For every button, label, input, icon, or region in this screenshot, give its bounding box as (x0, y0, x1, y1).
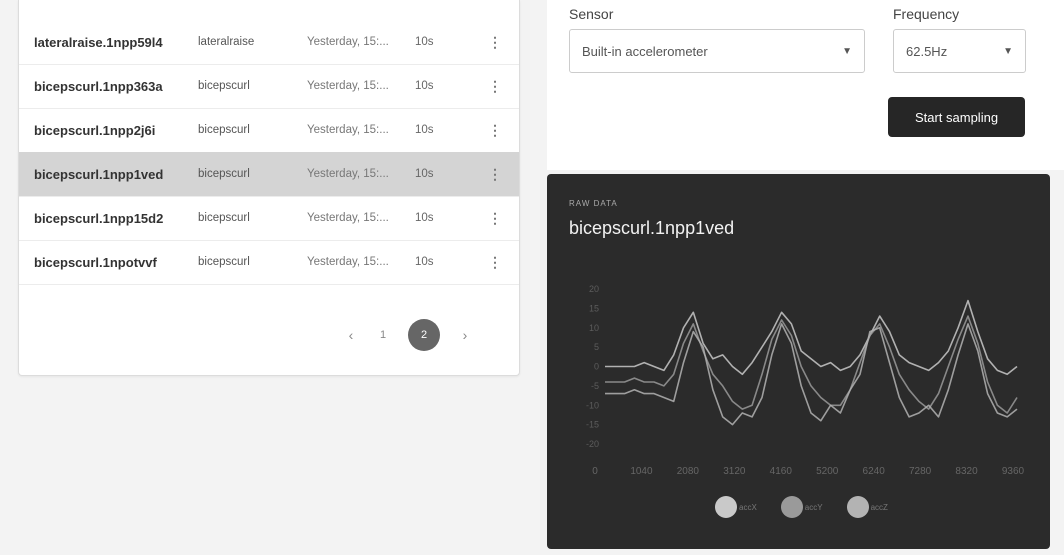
x-tick-label: 2080 (677, 466, 700, 477)
legend-dot (846, 496, 869, 518)
table-row[interactable]: bicepscurl.1npp15d2 bicepscurl Yesterday, … (19, 196, 519, 241)
table-row[interactable]: bicepscurl.1npotvvf bicepscurl Yesterday, … (19, 240, 519, 285)
chart-legend: accX accY accZ (715, 496, 888, 518)
table-row-selected[interactable]: bicepscurl.1npp1ved bicepscurl Yesterday, … (19, 152, 519, 197)
record-data-form: Sensor Built-in accelerometer ▼ Frequenc… (547, 0, 1064, 170)
sample-length: 10s (415, 124, 434, 136)
sample-label: bicepscurl (198, 212, 250, 224)
series-line-accZ (605, 323, 1018, 426)
sample-name: bicepscurl.1npp363a (34, 78, 163, 94)
pagination: ‹ 1 2 › (344, 319, 472, 351)
x-tick-label: 7280 (909, 466, 932, 477)
table-row[interactable]: bicepscurl.1npp2j6i bicepscurl Yesterday, … (19, 108, 519, 153)
sample-label: lateralraise (198, 36, 255, 48)
y-tick-label: 0 (594, 362, 599, 372)
y-tick-label: -10 (586, 400, 599, 410)
sample-length: 10s (415, 80, 434, 92)
x-tick-label: 5200 (816, 466, 839, 477)
x-tick-label: 0 (592, 466, 598, 477)
sample-length: 10s (415, 168, 434, 180)
sample-label: bicepscurl (198, 168, 250, 180)
pagination-page-1[interactable]: 1 (376, 329, 390, 341)
sample-name: bicepscurl.1npotvvf (34, 254, 157, 270)
sample-label: bicepscurl (198, 124, 250, 136)
pagination-next-button[interactable]: › (458, 327, 472, 343)
frequency-select[interactable]: 62.5Hz ▼ (893, 29, 1026, 73)
y-tick-label: 15 (589, 303, 599, 313)
sample-date: Yesterday, 15:... (307, 212, 389, 224)
sample-date: Yesterday, 15:... (307, 168, 389, 180)
legend-label: accX (739, 502, 757, 512)
pagination-prev-button[interactable]: ‹ (344, 327, 358, 343)
sensor-select-value: Built-in accelerometer (582, 43, 708, 59)
x-tick-label: 1040 (630, 466, 653, 477)
y-tick-label: 5 (594, 342, 599, 352)
raw-data-card: RAW DATA bicepscurl.1npp1ved 20 15 10 5 0 -5-… (547, 174, 1050, 549)
frequency-label: Frequency (893, 6, 960, 22)
x-tick-label: 9360 (1002, 466, 1025, 477)
y-tick-label: 10 (589, 323, 599, 333)
y-tick-label: 20 (589, 284, 599, 294)
legend-label: accZ (870, 502, 888, 512)
legend-label: accY (804, 502, 823, 512)
sample-date: Yesterday, 15:... (307, 256, 389, 268)
pagination-page-2-current[interactable]: 2 (408, 319, 440, 351)
table-row[interactable]: lateralraise.1npp59l4 lateralraise Yesterd… (19, 20, 519, 65)
x-tick-label: 6240 (863, 466, 886, 477)
x-tick-label: 4160 (770, 466, 793, 477)
frequency-select-value: 62.5Hz (906, 43, 948, 59)
sample-length: 10s (415, 256, 434, 268)
start-sampling-button[interactable]: Start sampling (888, 97, 1025, 137)
samples-table: lateralraise.1npp59l4 lateralraise Yesterd… (18, 0, 520, 376)
vertical-ellipsis-icon[interactable]: ⋮ (475, 34, 515, 51)
sample-length: 10s (415, 36, 434, 48)
sample-date: Yesterday, 15:... (307, 80, 389, 92)
sensor-select[interactable]: Built-in accelerometer ▼ (569, 29, 865, 73)
x-tick-label: 8320 (955, 466, 978, 477)
sample-label: bicepscurl (198, 256, 250, 268)
vertical-ellipsis-icon[interactable]: ⋮ (475, 78, 515, 95)
legend-item-accX[interactable]: accX (715, 496, 757, 518)
legend-item-accY[interactable]: accY (780, 496, 823, 518)
x-tick-label: 3120 (723, 466, 746, 477)
vertical-ellipsis-icon[interactable]: ⋮ (475, 210, 515, 227)
chevron-down-icon: ▼ (1003, 45, 1013, 57)
table-row[interactable]: bicepscurl.1npp363a bicepscurl Yesterday, … (19, 64, 519, 109)
legend-item-accZ[interactable]: accZ (846, 496, 888, 518)
sample-label: bicepscurl (198, 80, 250, 92)
legend-dot (780, 496, 803, 518)
sample-name: bicepscurl.1npp15d2 (34, 210, 164, 226)
sample-name: lateralraise.1npp59l4 (34, 34, 163, 50)
vertical-ellipsis-icon[interactable]: ⋮ (475, 122, 515, 139)
y-tick-label: -15 (586, 420, 599, 430)
sample-date: Yesterday, 15:... (307, 36, 389, 48)
y-tick-label: -20 (586, 439, 599, 449)
legend-dot (715, 496, 737, 518)
sensor-label: Sensor (569, 6, 614, 22)
sample-name: bicepscurl.1npp1ved (34, 166, 164, 182)
vertical-ellipsis-icon[interactable]: ⋮ (475, 166, 515, 183)
sample-date: Yesterday, 15:... (307, 124, 389, 136)
vertical-ellipsis-icon[interactable]: ⋮ (475, 254, 515, 271)
chevron-down-icon: ▼ (842, 45, 852, 57)
sample-name: bicepscurl.1npp2j6i (34, 122, 156, 138)
sample-length: 10s (415, 212, 434, 224)
y-tick-label: -5 (591, 381, 599, 391)
raw-data-chart: 20 15 10 5 0 -5 -10 -15 -20 0 1040 2080 3120 4160 5200… (586, 284, 1025, 477)
